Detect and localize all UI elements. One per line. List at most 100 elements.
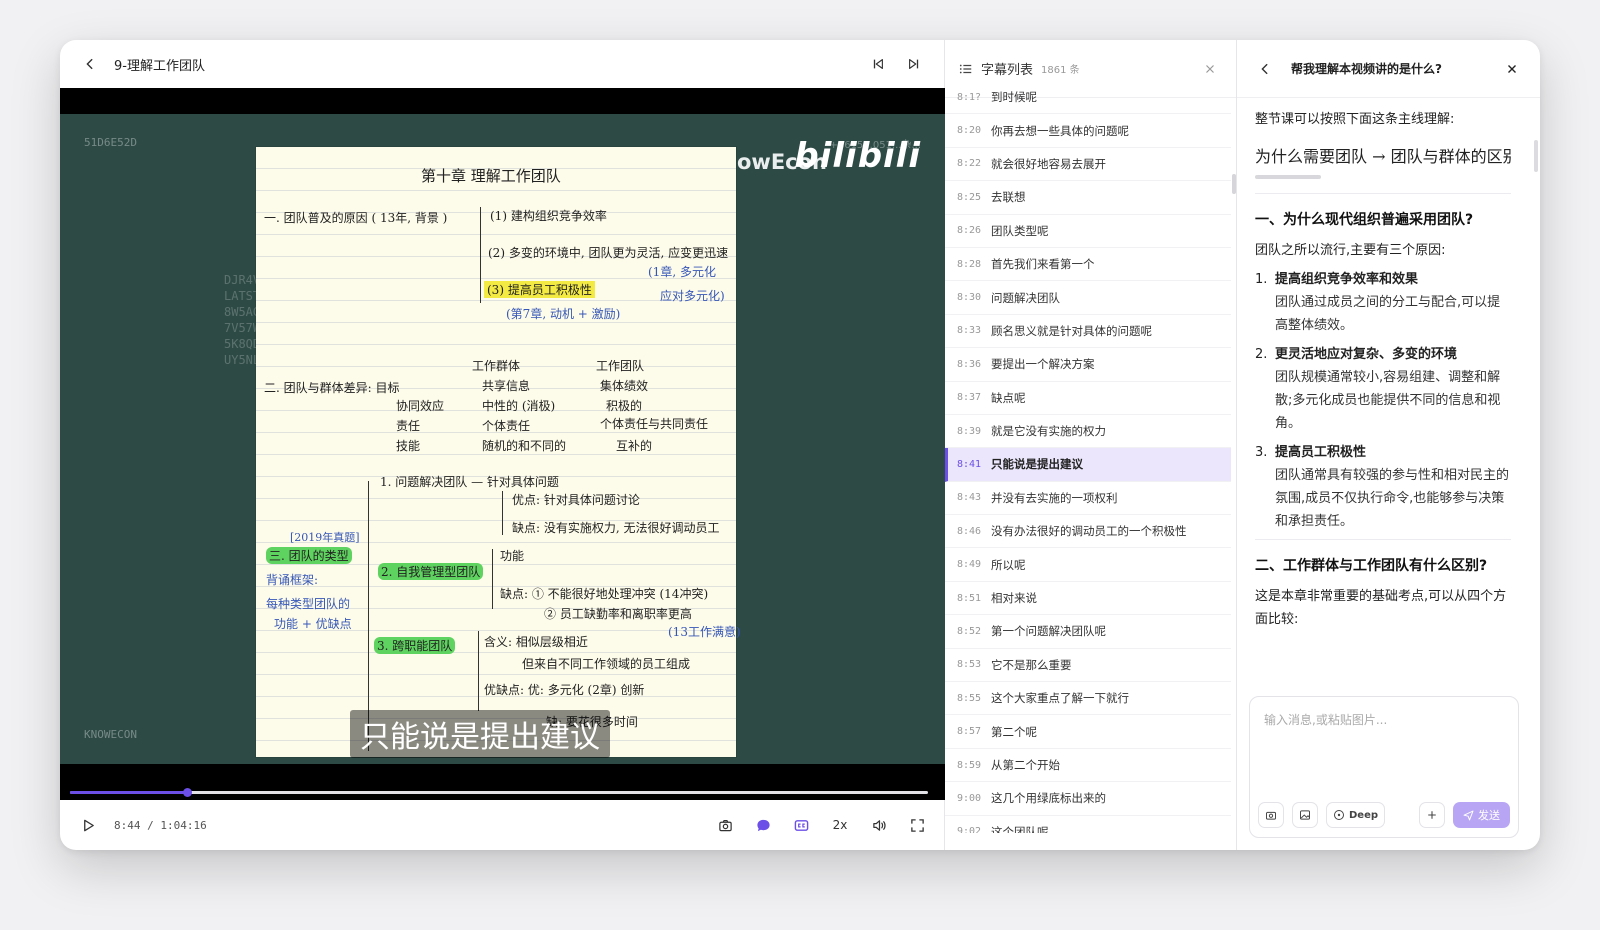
back-button[interactable] bbox=[78, 52, 102, 76]
brace bbox=[502, 491, 503, 535]
chat-input-placeholder[interactable]: 输入消息,或粘贴图片... bbox=[1264, 711, 1387, 728]
subtitle-text: 就会很好地容易去展开 bbox=[991, 156, 1106, 171]
subtitle-row[interactable]: 8:53 它不是那么重要 bbox=[945, 649, 1231, 683]
danmaku-toggle[interactable] bbox=[751, 813, 775, 837]
player-controls: 8:44 / 1:04:16 2x bbox=[60, 800, 945, 850]
send-button[interactable]: 发送 bbox=[1453, 802, 1510, 828]
subtitle-row[interactable]: 8:43 并没有去实施的一项权利 bbox=[945, 482, 1231, 516]
subtitle-timestamp: 8:39 bbox=[957, 425, 982, 437]
screenshot-attach-button[interactable] bbox=[1258, 802, 1284, 828]
subtitle-text: 到时候呢 bbox=[991, 90, 1037, 105]
note-line: 技能 bbox=[396, 439, 421, 453]
subtitle-row[interactable]: 8:30 问题解决团队 bbox=[945, 281, 1231, 315]
next-episode-button[interactable] bbox=[902, 52, 926, 76]
deep-mode-toggle[interactable]: Deep bbox=[1326, 802, 1386, 828]
add-button[interactable] bbox=[1419, 802, 1445, 828]
chat-back-button[interactable] bbox=[1253, 57, 1277, 81]
subtitle-row[interactable]: 8:28 首先我们来看第一个 bbox=[945, 248, 1231, 282]
notes-title: 第十章 理解工作团队 bbox=[421, 167, 561, 185]
subtitle-row[interactable]: 8:51 相对来说 bbox=[945, 582, 1231, 616]
note-line: 积极的 bbox=[606, 399, 643, 413]
video-player-panel: 9-理解工作团队 51D6E52D DJR4VP9MPF5 LATSTAQRXN… bbox=[60, 40, 945, 850]
chat-scrollbar[interactable] bbox=[1534, 140, 1538, 172]
subtitle-timestamp: 9:00 bbox=[957, 792, 982, 804]
subtitle-list[interactable]: 8:1? 到时候呢 8:20 你再去想一些具体的问题呢 8:22 就会很好地容易去展开 8:… bbox=[945, 81, 1231, 833]
video-viewport[interactable]: 51D6E52D DJR4VP9MPF5 LATSTAQRXNU 8W5AGVG… bbox=[60, 88, 945, 800]
note-line: ② 员工缺勤率和离职率更高 bbox=[544, 607, 692, 621]
subtitle-row[interactable]: 8:36 要提出一个解决方案 bbox=[945, 348, 1231, 382]
answer-mainline[interactable]: 为什么需要团队 → 团队与群体的区别 → 团队类型 bbox=[1255, 143, 1511, 167]
subtitle-timestamp: 8:59 bbox=[957, 759, 982, 771]
player-header: 9-理解工作团队 bbox=[60, 40, 944, 88]
subtitle-count: 1861 条 bbox=[1041, 65, 1080, 76]
brace bbox=[480, 207, 481, 303]
note-line: 责任 bbox=[396, 419, 421, 433]
subtitle-timestamp: 8:22 bbox=[957, 158, 982, 170]
subtitle-list-scrollbar[interactable] bbox=[1232, 174, 1236, 194]
note-line: (1章, 多元化 bbox=[648, 265, 716, 279]
subtitle-timestamp: 9:02 bbox=[957, 826, 982, 833]
subtitle-text: 顾名思义就是针对具体的问题呢 bbox=[991, 323, 1152, 338]
subtitle-row[interactable]: 8:55 这个大家重点了解一下就行 bbox=[945, 682, 1231, 716]
subtitle-row[interactable]: 8:26 团队类型呢 bbox=[945, 215, 1231, 248]
answer-heading-1: 一、为什么现代组织普遍采用团队? bbox=[1255, 212, 1474, 228]
subtitle-text: 只能说是提出建议 bbox=[991, 457, 1083, 472]
previous-episode-button[interactable] bbox=[866, 52, 890, 76]
chevron-left-icon bbox=[1261, 63, 1268, 74]
close-subtitle-list-button[interactable] bbox=[1198, 57, 1222, 81]
note-line: 每种类型团队的 bbox=[266, 597, 351, 611]
answer-heading-2: 二、工作群体与工作团队有什么区别? bbox=[1255, 558, 1488, 574]
playback-speed-button[interactable]: 2x bbox=[827, 813, 853, 837]
mainline-scrollbar[interactable] bbox=[1255, 175, 1321, 179]
subtitle-row[interactable]: 8:22 就会很好地容易去展开 bbox=[945, 148, 1231, 182]
note-line: (2) 多变的环境中, 团队更为灵活, 应变更迅速 bbox=[488, 246, 729, 260]
note-line: 互补的 bbox=[616, 439, 653, 453]
subtitle-list-panel: 字幕列表 1861 条 8:1? 到时候呢 8:20 你再去想一些具体的问题呢 8:22… bbox=[945, 40, 1237, 850]
closed-captions-icon bbox=[794, 819, 808, 831]
image-attach-button[interactable] bbox=[1292, 802, 1318, 828]
captions-toggle[interactable] bbox=[789, 813, 813, 837]
note-line: 功能 bbox=[500, 549, 525, 563]
subtitle-row[interactable]: 8:52 第一个问题解决团队呢 bbox=[945, 615, 1231, 649]
note-line: 工作群体 bbox=[472, 359, 521, 373]
progress-bar[interactable] bbox=[70, 788, 928, 797]
note-line: 缺点: 没有实施权力, 无法很好调动员工 bbox=[512, 521, 720, 535]
subtitle-row[interactable]: 8:39 就是它没有实施的权力 bbox=[945, 415, 1231, 449]
play-button[interactable] bbox=[76, 813, 100, 837]
subtitle-timestamp: 8:53 bbox=[957, 659, 982, 671]
fullscreen-icon bbox=[910, 818, 924, 832]
subtitle-row[interactable]: 8:33 顾名思义就是针对具体的问题呢 bbox=[945, 315, 1231, 349]
screenshot-button[interactable] bbox=[713, 813, 737, 837]
chat-input-box[interactable]: 输入消息,或粘贴图片... Deep 发送 bbox=[1249, 696, 1519, 838]
subtitle-row[interactable]: 8:49 所以呢 bbox=[945, 548, 1231, 582]
volume-icon bbox=[872, 819, 886, 831]
subtitle-timestamp: 8:36 bbox=[957, 358, 982, 370]
subtitle-text: 从第二个开始 bbox=[991, 758, 1060, 772]
subtitle-timestamp: 8:28 bbox=[957, 258, 982, 270]
subtitle-row-active[interactable]: 8:41 只能说是提出建议 bbox=[945, 448, 1231, 482]
bilibili-logo: bilibili bbox=[794, 136, 921, 176]
camera-icon bbox=[1266, 811, 1276, 820]
subtitle-row[interactable]: 9:00 这几个用绿底标出来的 bbox=[945, 782, 1231, 816]
subtitle-timestamp: 8:1? bbox=[957, 91, 982, 103]
subtitle-timestamp: 8:49 bbox=[957, 559, 982, 571]
subtitle-row[interactable]: 8:57 第二个呢 bbox=[945, 715, 1231, 749]
note-line: 优点: 针对具体问题讨论 bbox=[512, 493, 640, 507]
volume-button[interactable] bbox=[867, 813, 891, 837]
subtitle-row[interactable]: 9:02 这个团队呢 bbox=[945, 816, 1231, 833]
close-chat-button[interactable] bbox=[1500, 57, 1524, 81]
subtitle-row[interactable]: 8:20 你再去想一些具体的问题呢 bbox=[945, 114, 1231, 148]
skip-previous-icon bbox=[873, 59, 883, 69]
list-icon bbox=[959, 64, 972, 73]
watermark-id: 51D6E52D bbox=[84, 136, 137, 149]
subtitle-row[interactable]: 8:37 缺点呢 bbox=[945, 382, 1231, 415]
subtitle-row[interactable]: 8:59 从第二个开始 bbox=[945, 749, 1231, 783]
fullscreen-button[interactable] bbox=[905, 813, 929, 837]
subtitle-row[interactable]: 8:1? 到时候呢 bbox=[945, 81, 1231, 115]
note-line: 1. 问题解决团队 — 针对具体问题 bbox=[380, 475, 559, 489]
subtitle-row[interactable]: 8:25 去联想 bbox=[945, 181, 1231, 215]
progress-handle[interactable] bbox=[182, 788, 192, 797]
subtitle-row[interactable]: 8:46 没有办法很好的调动员工的一个积极性 bbox=[945, 515, 1231, 549]
subtitle-text: 这个大家重点了解一下就行 bbox=[991, 691, 1129, 706]
answer-paragraph: 团队之所以流行,主要有三个原因: bbox=[1255, 243, 1446, 258]
